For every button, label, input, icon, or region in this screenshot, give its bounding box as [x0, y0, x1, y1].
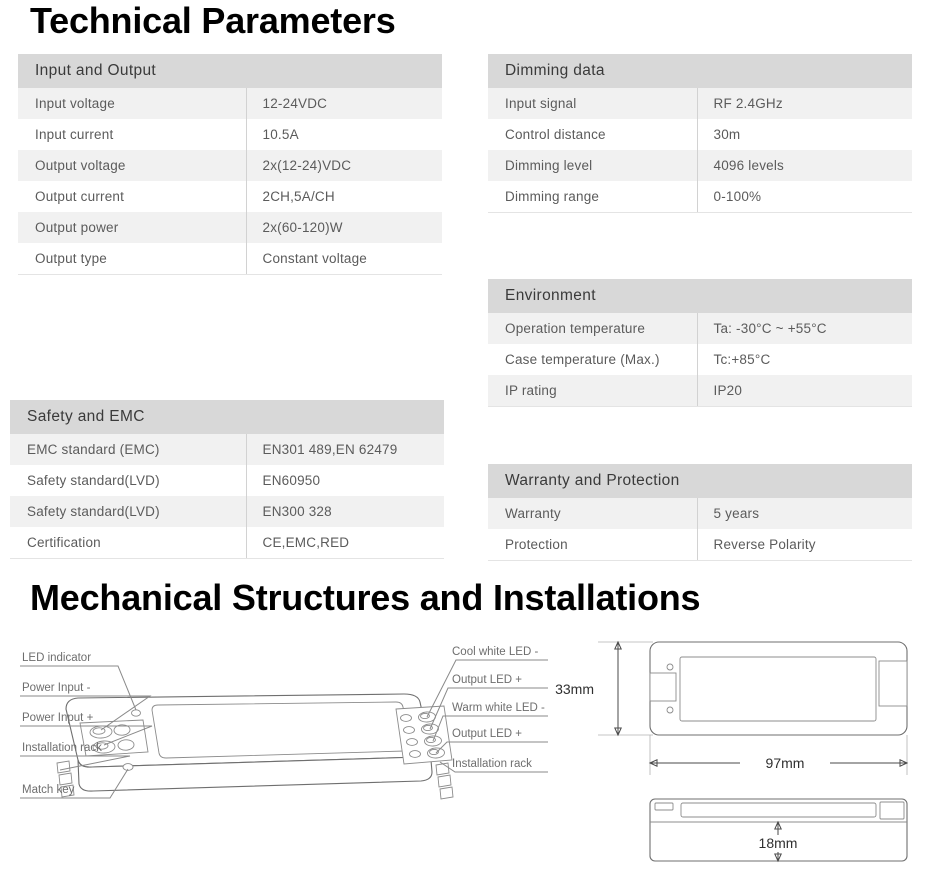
- table-row: IP rating IP20: [488, 375, 912, 407]
- table-environment: Environment Operation temperature Ta: -3…: [488, 279, 912, 407]
- spec-label: Protection: [488, 529, 697, 561]
- spec-label: Input signal: [505, 96, 577, 111]
- spec-label: Warranty: [505, 506, 561, 521]
- spec-label: Operation temperature: [505, 321, 646, 336]
- table-row: Dimming level 4096 levels: [488, 150, 912, 181]
- spec-label: Output current: [35, 189, 125, 204]
- table-header-row: Environment: [488, 279, 912, 313]
- callout-label-installation-rack-right: Installation rack: [452, 758, 532, 770]
- table-title-warranty-and-protection: Warranty and Protection: [488, 464, 912, 498]
- table-header-row: Safety and EMC: [10, 400, 444, 434]
- spec-value: 4096 levels: [696, 150, 912, 181]
- table-title-input-and-output: Input and Output: [18, 54, 442, 88]
- spec-value: 2CH,5A/CH: [245, 181, 442, 212]
- table-dimming-data: Dimming data Input signal RF 2.4GHz Cont…: [488, 54, 912, 213]
- spec-value: 10.5A: [245, 119, 442, 150]
- spec-value: EN60950: [245, 465, 444, 496]
- spec-label: Certification: [10, 527, 246, 559]
- spec-label: Output power: [35, 220, 119, 235]
- mechanical-drawing-area: LED indicator Power Input - Power Input …: [0, 630, 930, 884]
- spec-value: Reverse Polarity: [696, 529, 912, 561]
- table-row: Warranty 5 years: [488, 498, 912, 529]
- table-row: Safety standard(LVD) EN300 328: [10, 496, 444, 527]
- spec-value: Constant voltage: [245, 243, 442, 275]
- spec-sheet-page: Technical Parameters Input and Output In…: [0, 0, 930, 884]
- terminal-block-right: [395, 705, 453, 765]
- dimension-label-height: 33mm: [555, 681, 594, 697]
- spec-value: 30m: [696, 119, 912, 150]
- spec-value: EN300 328: [245, 496, 444, 527]
- table-row: Input signal RF 2.4GHz: [488, 88, 912, 119]
- spec-label: Control distance: [505, 127, 606, 142]
- table-row: Output power 2x(60-120)W: [18, 212, 442, 243]
- spec-value: 5 years: [696, 498, 912, 529]
- table-row: Output type Constant voltage: [18, 243, 442, 275]
- callout-label-led-indicator: LED indicator: [22, 652, 91, 664]
- spec-label: Dimming level: [505, 158, 593, 173]
- table-safety-and-emc: Safety and EMC EMC standard (EMC) EN301 …: [10, 400, 444, 559]
- spec-value: 0-100%: [696, 181, 912, 213]
- table-title-safety-and-emc: Safety and EMC: [10, 400, 444, 434]
- table-title-dimming-data: Dimming data: [488, 54, 912, 88]
- table-header-row: Input and Output: [18, 54, 442, 88]
- table-row: Protection Reverse Polarity: [488, 529, 912, 561]
- spec-label: Dimming range: [488, 181, 697, 213]
- led-indicator-hole: [131, 709, 141, 717]
- spec-label: EMC standard (EMC): [27, 442, 160, 457]
- callout-label-output-led-plus-1: Output LED +: [452, 674, 522, 686]
- table-row: Control distance 30m: [488, 119, 912, 150]
- table-row: Dimming range 0-100%: [488, 181, 912, 213]
- table-input-and-output: Input and Output Input voltage 12-24VDC …: [18, 54, 442, 275]
- table-row: Input current 10.5A: [18, 119, 442, 150]
- spec-label: Input voltage: [35, 96, 115, 111]
- spec-label: Input current: [35, 127, 114, 142]
- spec-label: IP rating: [488, 375, 697, 407]
- table-row: EMC standard (EMC) EN301 489,EN 62479: [10, 434, 444, 465]
- callout-label-output-led-plus-2: Output LED +: [452, 728, 522, 740]
- spec-label: Output voltage: [35, 158, 126, 173]
- table-row: Case temperature (Max.) Tc:+85°C: [488, 344, 912, 375]
- callout-label-power-input-minus: Power Input -: [22, 682, 91, 694]
- dimension-label-thickness: 18mm: [759, 835, 798, 851]
- callout-label-match-key: Match key: [22, 784, 75, 796]
- table-row: Input voltage 12-24VDC: [18, 88, 442, 119]
- spec-value: IP20: [696, 375, 912, 407]
- table-row: Certification CE,EMC,RED: [10, 527, 444, 559]
- spec-label: Output type: [18, 243, 246, 275]
- dimension-label-length: 97mm: [766, 755, 805, 771]
- page-title-technical-parameters: Technical Parameters: [30, 0, 396, 41]
- spec-label: Safety standard(LVD): [27, 504, 160, 519]
- spec-value: 2x(60-120)W: [245, 212, 442, 243]
- spec-value: EN301 489,EN 62479: [245, 434, 444, 465]
- spec-value: Ta: -30°C ~ +55°C: [696, 313, 912, 344]
- dimension-drawing-top-view: 33mm 97mm: [555, 640, 909, 775]
- table-row: Output voltage 2x(12-24)VDC: [18, 150, 442, 181]
- spec-value: 2x(12-24)VDC: [245, 150, 442, 181]
- page-title-mechanical-structures: Mechanical Structures and Installations: [30, 577, 701, 618]
- table-warranty-and-protection: Warranty and Protection Warranty 5 years…: [488, 464, 912, 561]
- callout-label-cool-white-led: Cool white LED -: [452, 646, 538, 658]
- table-row: Safety standard(LVD) EN60950: [10, 465, 444, 496]
- mechanical-drawing-svg: LED indicator Power Input - Power Input …: [20, 640, 909, 863]
- dimension-drawing-side-view: 18mm: [649, 798, 908, 863]
- product-isometric-view: LED indicator Power Input - Power Input …: [20, 646, 548, 800]
- table-row: Output current 2CH,5A/CH: [18, 181, 442, 212]
- callout-label-warm-white-led: Warm white LED -: [452, 702, 545, 714]
- spec-label: Safety standard(LVD): [27, 473, 160, 488]
- table-row: Operation temperature Ta: -30°C ~ +55°C: [488, 313, 912, 344]
- table-header-row: Warranty and Protection: [488, 464, 912, 498]
- callout-label-power-input-plus: Power Input +: [22, 712, 94, 724]
- callout-label-installation-rack-left: Installation rack: [22, 742, 102, 754]
- spec-value: CE,EMC,RED: [245, 527, 444, 559]
- table-header-row: Dimming data: [488, 54, 912, 88]
- spec-label: Case temperature (Max.): [505, 352, 660, 367]
- spec-value: RF 2.4GHz: [696, 88, 912, 119]
- spec-value: Tc:+85°C: [696, 344, 912, 375]
- table-title-environment: Environment: [488, 279, 912, 313]
- spec-value: 12-24VDC: [245, 88, 442, 119]
